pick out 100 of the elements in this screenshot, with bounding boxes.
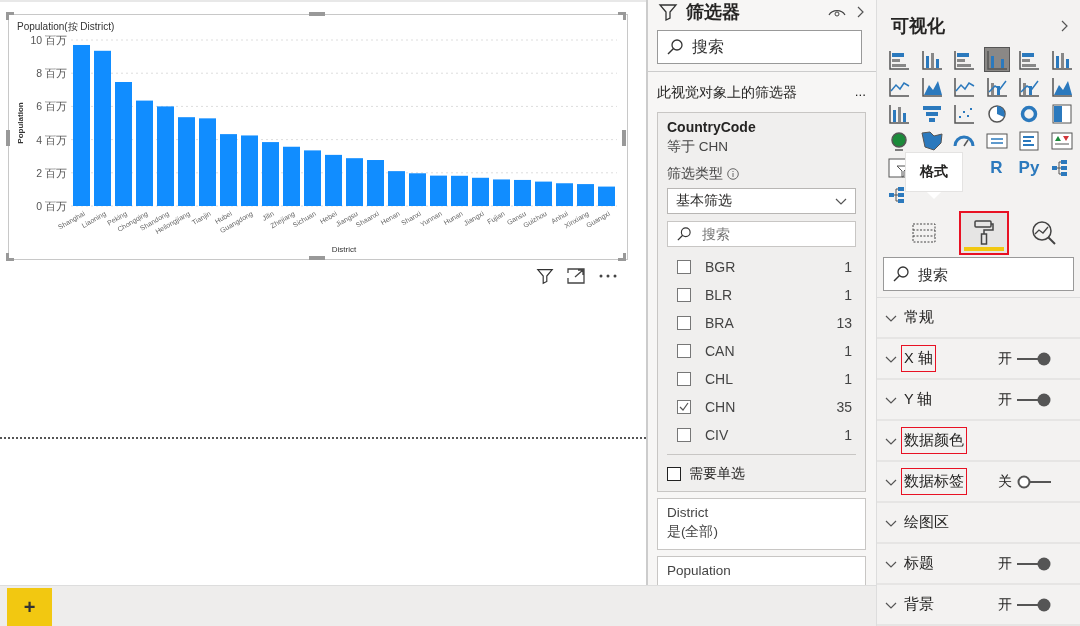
filter-card[interactable]: District 是(全部) [657, 498, 866, 550]
filter-value-label: BGR [705, 258, 737, 275]
format-section[interactable]: X 轴 开 [877, 339, 1080, 380]
bar [514, 179, 531, 206]
filter-value-count: 1 [844, 286, 852, 303]
visual-type-button[interactable] [983, 47, 1010, 72]
bar [220, 134, 237, 206]
resize-handle[interactable] [6, 130, 10, 146]
checkbox[interactable] [677, 399, 691, 414]
visual-type-button[interactable] [918, 128, 945, 153]
format-section[interactable]: 数据标签 关 [877, 462, 1080, 503]
format-section[interactable]: 背景 开 [877, 585, 1080, 626]
bar [598, 186, 615, 206]
info-icon [727, 168, 739, 180]
search-field[interactable]: 搜索 [657, 30, 862, 64]
section-label: 数据标签 [901, 468, 967, 495]
bar-chart-icon [953, 49, 975, 70]
format-section[interactable]: 数据颜色 [877, 421, 1080, 462]
checkbox[interactable] [677, 259, 691, 274]
more-options-button[interactable]: ... [854, 84, 866, 102]
chart-visual[interactable] [8, 14, 628, 260]
bar [241, 135, 258, 206]
scatter-plot-icon [953, 103, 975, 124]
fields-icon [912, 222, 936, 244]
bar [325, 154, 342, 206]
filter-value-label: CHL [705, 370, 734, 387]
visual-type-button[interactable] [1016, 128, 1042, 153]
checkbox[interactable] [677, 427, 691, 442]
toggle-switch[interactable] [1016, 391, 1052, 408]
y-tick-label: 0 百万 [36, 200, 67, 212]
column-chart-icon [985, 49, 1008, 70]
toggle-switch[interactable] [1016, 555, 1052, 572]
filter-summary: 等于 CHN [667, 138, 729, 156]
bar [556, 183, 573, 206]
filter-value-label: CAN [705, 342, 736, 359]
y-tick-label: 4 百万 [36, 133, 67, 146]
paint-roller-icon [973, 220, 995, 246]
toggle-switch[interactable] [1016, 350, 1052, 367]
tooltip: 格式 [904, 152, 963, 192]
bar [388, 171, 405, 206]
resize-handle[interactable] [622, 130, 626, 146]
toggle-switch[interactable] [1016, 596, 1052, 613]
format-section[interactable]: 绘图区 [877, 503, 1080, 544]
line-chart-icon [888, 76, 910, 97]
column-chart-icon [1050, 49, 1073, 70]
bar [430, 175, 447, 206]
resize-handle[interactable] [309, 256, 325, 260]
section-label: 标题 [903, 554, 935, 573]
toggle-label: 关 [998, 472, 1012, 491]
pane-tab[interactable] [959, 211, 1009, 255]
map-icon [920, 130, 943, 151]
filter-type-dropdown[interactable]: 基本筛选 [667, 188, 856, 214]
search-icon [893, 266, 909, 282]
pane-title: 筛选器 [686, 1, 741, 24]
bar [451, 175, 468, 206]
section-label: 背景 [903, 595, 935, 614]
bar [409, 173, 426, 206]
checkbox[interactable] [677, 371, 691, 386]
filter-value-count: 1 [844, 258, 852, 275]
section-label: 绘图区 [903, 513, 950, 532]
add-page-button[interactable]: + [7, 588, 52, 626]
section-label: 数据颜色 [901, 427, 967, 454]
search-icon [677, 227, 691, 241]
toggle-switch[interactable] [1016, 473, 1052, 490]
filter-card[interactable]: Population [657, 556, 866, 585]
filter-value-count: 1 [844, 342, 852, 359]
search-field[interactable]: 搜索 [883, 257, 1074, 291]
globe-icon [888, 130, 910, 151]
resize-handle[interactable] [309, 12, 325, 16]
filter-value-label: CIV [705, 426, 730, 443]
checkbox[interactable] [667, 467, 681, 481]
format-section[interactable]: 标题 开 [877, 544, 1080, 585]
filter-summary: 是(全部) [667, 523, 719, 541]
format-section[interactable]: Y 轴 开 [877, 380, 1080, 421]
pie-chart-icon [985, 103, 1008, 124]
gauge-icon [953, 134, 975, 147]
kpi-icon [1050, 130, 1073, 151]
toggle-label: 开 [998, 349, 1012, 368]
filter-field-name: District [667, 505, 710, 520]
script-visual-button[interactable]: Py [1016, 155, 1042, 180]
area-chart-icon [1050, 76, 1073, 97]
search-field[interactable]: 搜索 [667, 221, 856, 247]
bar [472, 177, 489, 206]
bar [262, 142, 279, 206]
bar [346, 158, 363, 206]
format-section[interactable]: 常规 [877, 298, 1080, 339]
y-tick-label: 8 百万 [36, 67, 67, 80]
section-label: X 轴 [901, 345, 936, 372]
bar [577, 184, 594, 206]
checkbox[interactable] [677, 343, 691, 358]
y-axis-title: Population [16, 102, 25, 144]
script-visual-button[interactable]: R [983, 155, 1010, 180]
filter-value-count: 1 [844, 426, 852, 443]
combo-chart-icon [985, 76, 1008, 97]
bar [493, 179, 510, 206]
filter-value-label: BLR [705, 286, 734, 303]
checkbox[interactable] [677, 287, 691, 302]
single-select-label: 需要单选 [689, 465, 745, 483]
checkbox[interactable] [677, 315, 691, 330]
focus-mode-icon[interactable] [566, 267, 586, 285]
